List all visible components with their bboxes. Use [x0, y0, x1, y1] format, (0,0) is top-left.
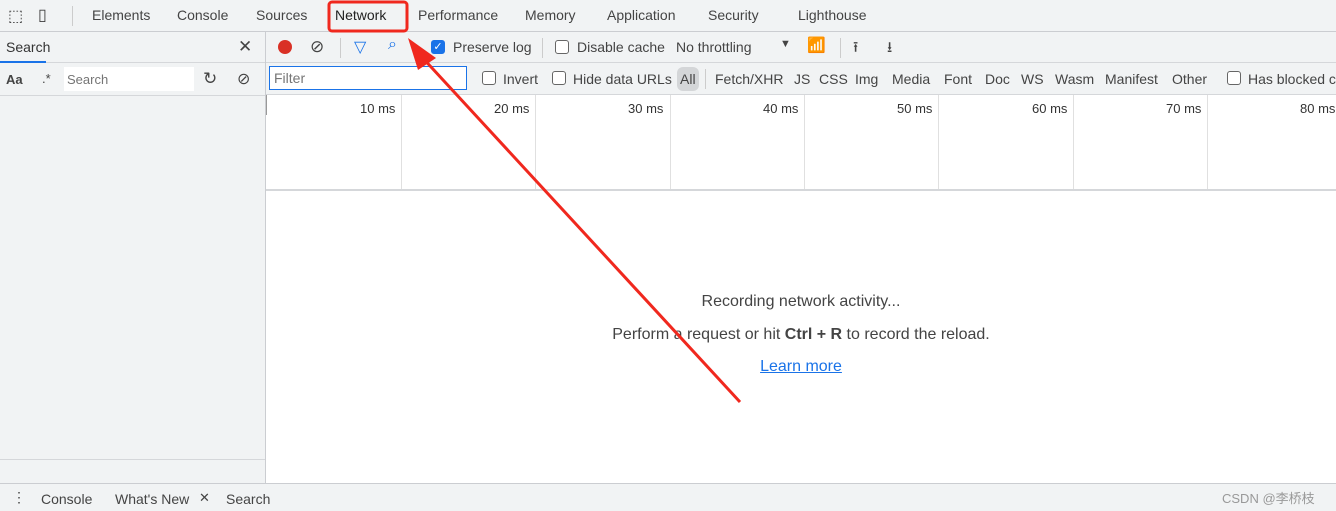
- annotation-arrowhead: [408, 38, 436, 70]
- annotation-overlay: [327, 0, 742, 404]
- annotation-arrow-line: [418, 53, 742, 404]
- highlight-box: [327, 0, 409, 33]
